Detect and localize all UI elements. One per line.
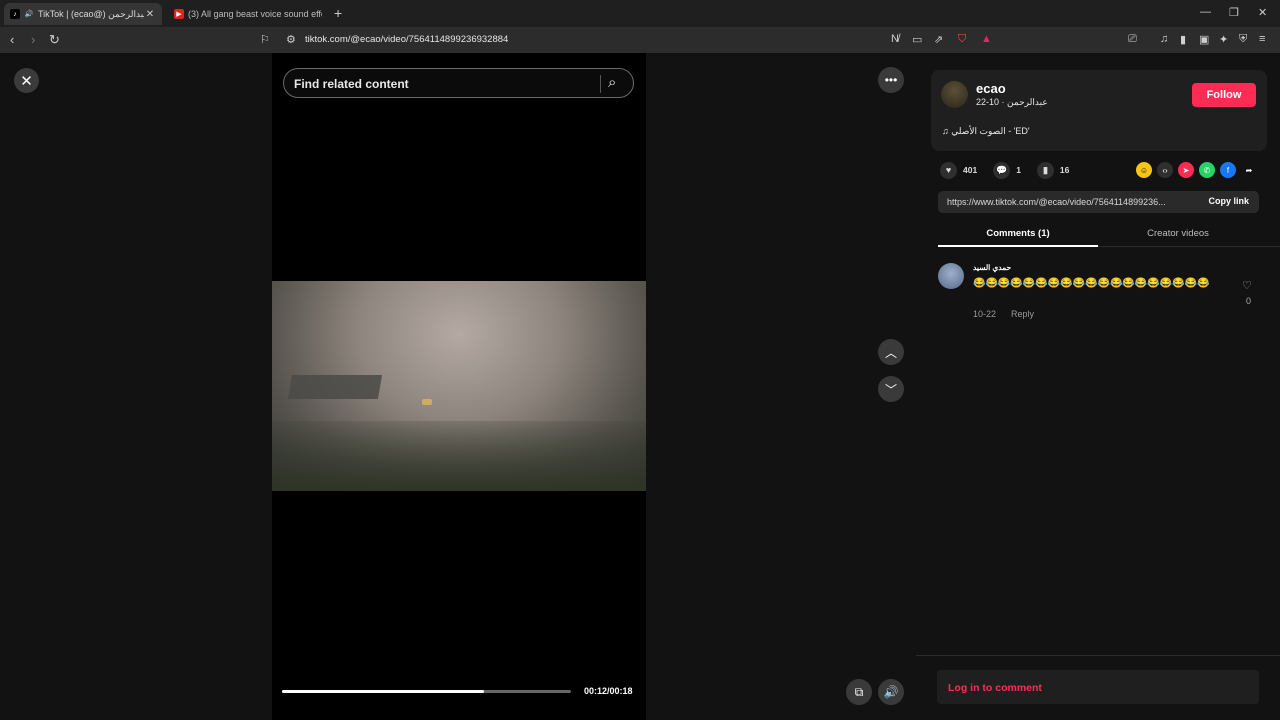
music-icon[interactable]: ♫ [1160,33,1168,45]
youtube-icon: ▶ [174,9,184,19]
commenter-name[interactable]: حمدي السيد [973,263,1011,272]
browser-tab-strip: ♪ 🔊 TikTok | (ecao@) عبدالرحمن ✕ ▶ (3) A… [0,0,1280,27]
send-icon[interactable]: ➤ [1178,162,1194,178]
comment-like-icon[interactable]: ♡ [1242,279,1252,292]
login-label: Log in to comment [948,682,1042,694]
bookmark-icon[interactable]: ⚐ [260,33,270,46]
search-placeholder: Find related content [294,77,409,91]
tab-title: TikTok | (ecao@) عبدالرحمن [38,8,144,19]
share-page-icon[interactable]: ⇗ [934,33,943,46]
comment-like-count: 0 [1246,296,1252,306]
close-window-icon[interactable]: ✕ [1258,6,1267,19]
vpn-icon[interactable]: ⛨ [1239,33,1247,46]
panel-tabs: Comments (1) Creator videos [938,223,1280,247]
video-frame[interactable] [272,281,646,491]
video-time: 00:12/00:18 [584,686,633,696]
next-video-button[interactable]: ﹀ [878,376,904,402]
cast-icon[interactable]: ▭ [912,33,922,46]
share-link-text[interactable]: https://www.tiktok.com/@ecao/video/75641… [947,197,1187,207]
ai-icon[interactable]: ✦ [1219,33,1228,46]
share-icons: ☺ ‹› ➤ ✆ f ➦ [1136,162,1257,178]
copy-link-button[interactable]: Copy link [1208,196,1249,206]
author-username[interactable]: ecao [976,81,1006,96]
browser-tab-tiktok[interactable]: ♪ 🔊 TikTok | (ecao@) عبدالرحمن ✕ [4,3,162,25]
facebook-icon[interactable]: f [1220,162,1236,178]
commenter-avatar[interactable] [938,263,964,289]
restore-icon[interactable]: ❐ [1229,6,1239,19]
url-field[interactable]: tiktok.com/@ecao/video/75641148992369328… [305,34,508,45]
browser-tab-youtube[interactable]: ▶ (3) All gang beast voice sound effect [168,3,328,25]
stats-bar: ♥ 401 💬 1 ▮ 16 [940,161,1069,179]
like-icon[interactable]: ♥ [940,161,957,179]
forward-icon[interactable]: › [31,32,35,47]
progress-fill [282,690,485,693]
embed-icon[interactable]: ‹› [1157,162,1173,178]
picture-in-picture-button[interactable]: ⧉ [846,679,872,705]
rewards-icon[interactable]: ▲ [981,33,992,45]
brave-shield-icon[interactable]: ⛉ [958,33,966,46]
sidebar-icon[interactable]: ▮ [1180,33,1186,46]
share-arrow-icon[interactable]: ➦ [1241,162,1257,178]
menu-icon[interactable]: ≡ [1259,33,1265,45]
video-scene-light [422,399,432,405]
comment-count: 1 [1016,165,1021,175]
follow-button[interactable]: Follow [1192,83,1256,107]
save-count: 16 [1059,165,1070,175]
video-scene-ground [272,421,646,491]
reload-icon[interactable]: ↻ [49,32,60,48]
login-to-comment-button[interactable]: Log in to comment [937,670,1259,704]
music-title[interactable]: الصوت الأصلي - 'ED' [951,126,1029,136]
video-player[interactable] [272,53,646,720]
comment-date: 10-22 [973,309,997,319]
video-details-panel: ecao عبدالرحمن · 10-22 Follow ♫ الصوت ال… [916,53,1280,720]
post-date: 10-22 [976,97,1000,107]
close-tab-icon[interactable]: ✕ [144,9,156,20]
comment-icon[interactable]: 💬 [993,161,1011,179]
search-icon[interactable]: ⌕ [608,74,616,91]
translate-icon[interactable]: N̸ [891,33,899,45]
friends-share-icon[interactable]: ☺ [1136,162,1152,178]
site-settings-icon[interactable]: ⚙ [286,33,296,46]
video-scene-building [287,375,383,399]
comment-footer: Log in to comment [916,655,1280,720]
tab-comments[interactable]: Comments (1) [938,228,1098,247]
separator: · [999,97,1005,107]
share-link-box: https://www.tiktok.com/@ecao/video/75641… [938,191,1259,213]
volume-button[interactable]: 🔊 [878,679,904,705]
tab-creator-videos[interactable]: Creator videos [1098,228,1258,239]
like-count: 401 [963,165,978,175]
whatsapp-icon[interactable]: ✆ [1199,162,1215,178]
back-icon[interactable]: ‹ [10,32,14,47]
music-line[interactable]: ♫ الصوت الأصلي - 'ED' [942,126,1030,137]
close-video-button[interactable]: ✕ [14,68,39,93]
wallet-icon[interactable]: ▣ [1199,33,1209,46]
tiktok-icon: ♪ [10,9,20,19]
screenshot-icon[interactable]: ⎚ [1128,33,1137,46]
more-options-button[interactable]: ••• [878,67,904,93]
new-tab-button[interactable]: + [334,5,342,21]
author-card: ecao عبدالرحمن · 10-22 Follow ♫ الصوت ال… [931,70,1267,151]
reply-button[interactable]: Reply [1011,309,1034,319]
author-avatar[interactable] [941,81,968,108]
author-nickname[interactable]: عبدالرحمن [1007,97,1048,107]
author-subline: عبدالرحمن · 10-22 [976,97,1048,108]
video-progress-bar[interactable] [282,690,571,693]
video-stage: ✕ Find related content ⌕ ••• ︿ ﹀ 00:12/0… [0,53,916,720]
minimize-icon[interactable]: — [1200,6,1211,18]
previous-video-button[interactable]: ︿ [878,339,904,365]
related-search-input[interactable]: Find related content ⌕ [283,68,634,98]
tab-title: (3) All gang beast voice sound effect [188,9,322,19]
speaker-icon[interactable]: 🔊 [24,9,34,19]
bookmark-icon[interactable]: ▮ [1036,161,1054,179]
music-note-icon: ♫ [942,126,949,136]
search-divider [600,75,601,93]
comment-text: 😂😂😂😂😂😂😂😂😂😂😂😂😂😂😂😂😂😂😂 [973,278,1210,289]
address-bar: ‹ › ↻ ⚐ ⚙ tiktok.com/@ecao/video/7564114… [0,27,1280,53]
